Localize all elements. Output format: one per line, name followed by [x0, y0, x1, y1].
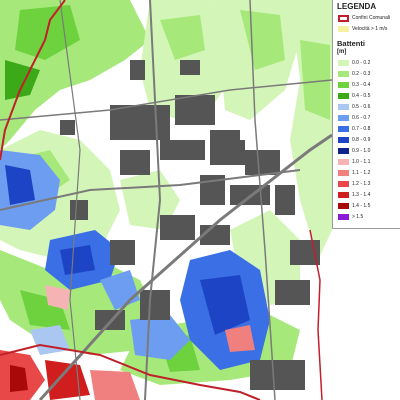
legend-class-swatch [338, 82, 349, 88]
legend-class-swatch [338, 115, 349, 121]
legend-class-entry: 0.7 - 0.8 [336, 126, 400, 133]
velocity-label: Velocità > 1 m/s [352, 26, 388, 32]
legend-class-label: 0.3 - 0.4 [352, 82, 371, 88]
legend-class-label: 0.6 - 0.7 [352, 115, 371, 121]
legend-class-label: 0.0 - 0.2 [352, 60, 371, 66]
legend-class-entry: 0.5 - 0.6 [336, 104, 400, 111]
legend-class-label: 1.3 - 1.4 [352, 192, 371, 198]
legend-class-label: 0.7 - 0.8 [352, 126, 371, 132]
legend-boundary-entry: Confini Comunali [336, 15, 400, 22]
legend-class-swatch [338, 148, 349, 154]
legend-class-entry: 1.0 - 1.1 [336, 159, 400, 166]
legend-class-entry: 0.6 - 0.7 [336, 115, 400, 122]
map-legend: LEGENDA Confini Comunali Velocità > 1 m/… [332, 0, 400, 229]
legend-class-swatch [338, 181, 349, 187]
legend-class-entry: 0.9 - 1.0 [336, 148, 400, 155]
legend-class-entry: 0.8 - 0.9 [336, 137, 400, 144]
legend-class-swatch [338, 203, 349, 209]
legend-section-title: Battenti [337, 39, 365, 48]
legend-class-label: 0.5 - 0.6 [352, 104, 371, 110]
legend-class-label: 1.1 - 1.2 [352, 170, 371, 176]
legend-class-swatch [338, 192, 349, 198]
legend-class-swatch [338, 71, 349, 77]
legend-class-swatch [338, 137, 349, 143]
legend-class-label: > 1.5 [352, 214, 364, 220]
legend-class-label: 1.4 - 1.5 [352, 203, 371, 209]
legend-class-entry: 0.3 - 0.4 [336, 82, 400, 89]
boundary-label: Confini Comunali [352, 15, 391, 21]
velocity-swatch [338, 26, 349, 32]
legend-class-entry: 0.2 - 0.3 [336, 71, 400, 78]
legend-unit: [m] [337, 49, 347, 55]
legend-class-swatch [338, 214, 349, 220]
legend-velocity-entry: Velocità > 1 m/s [336, 26, 400, 33]
legend-class-label: 0.8 - 0.9 [352, 137, 371, 143]
legend-class-entry: 1.3 - 1.4 [336, 192, 400, 199]
boundary-swatch [338, 15, 349, 22]
legend-class-label: 1.0 - 1.1 [352, 159, 371, 165]
legend-class-label: 0.9 - 1.0 [352, 148, 371, 154]
legend-class-swatch [338, 170, 349, 176]
legend-class-entry: > 1.5 [336, 214, 400, 221]
legend-class-swatch [338, 159, 349, 165]
legend-class-swatch [338, 104, 349, 110]
legend-class-entry: 1.4 - 1.5 [336, 203, 400, 210]
legend-class-entry: 1.2 - 1.3 [336, 181, 400, 188]
legend-class-swatch [338, 126, 349, 132]
legend-class-label: 0.2 - 0.3 [352, 71, 371, 77]
legend-class-label: 0.4 - 0.5 [352, 93, 371, 99]
legend-class-swatch [338, 60, 349, 66]
legend-class-swatch [338, 93, 349, 99]
legend-class-label: 1.2 - 1.3 [352, 181, 371, 187]
legend-title: LEGENDA [337, 2, 377, 11]
legend-class-entry: 1.1 - 1.2 [336, 170, 400, 177]
legend-class-entry: 0.4 - 0.5 [336, 93, 400, 100]
legend-class-entry: 0.0 - 0.2 [336, 60, 400, 67]
